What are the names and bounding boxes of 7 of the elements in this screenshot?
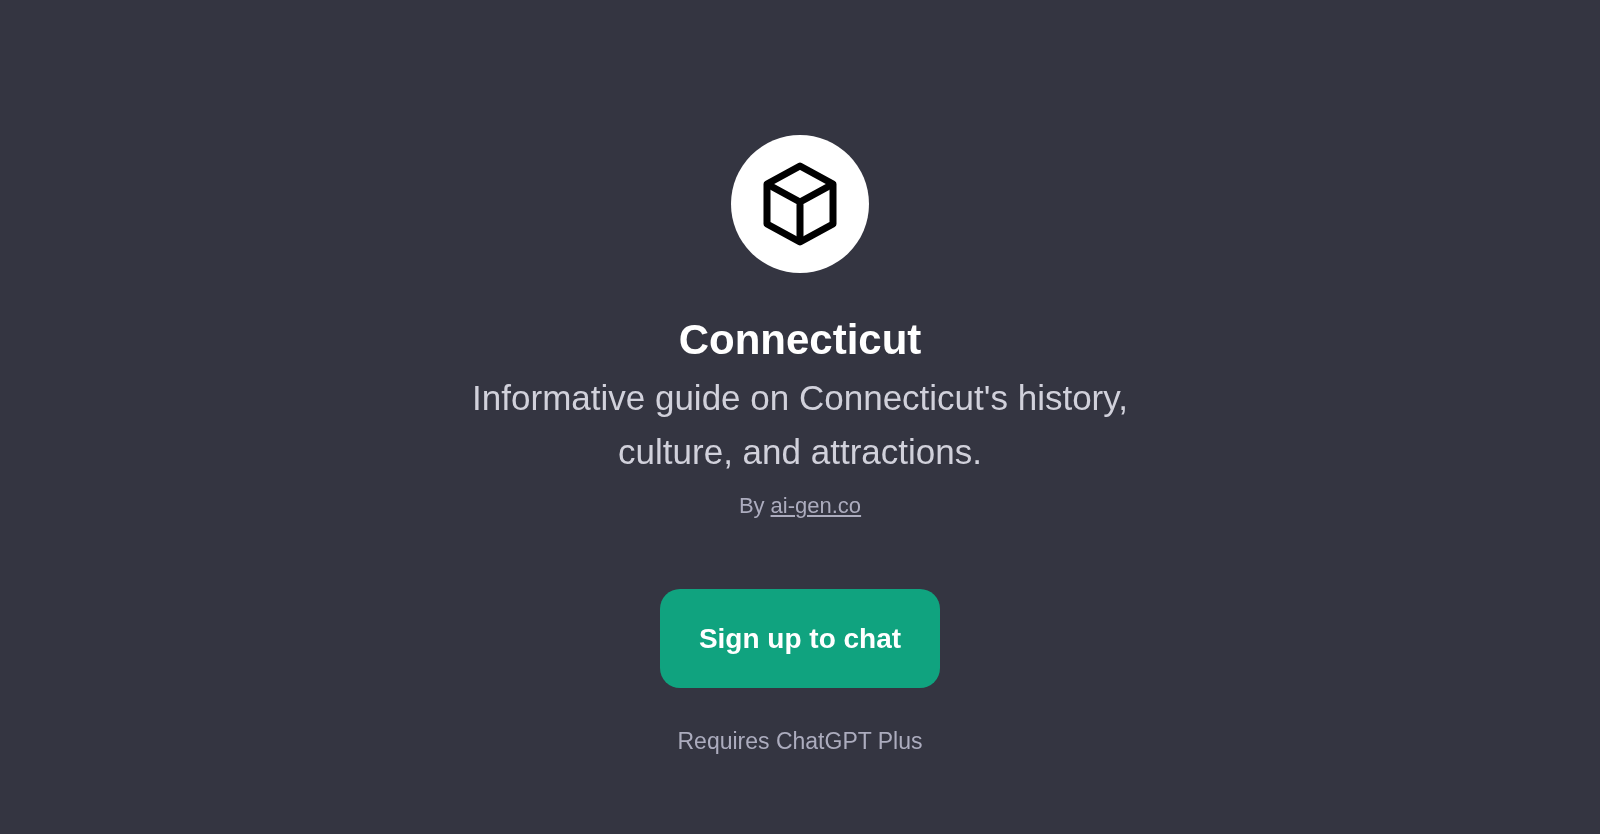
byline-prefix: By: [738, 492, 765, 520]
gpt-title: Connecticut: [678, 315, 922, 365]
gpt-description: Informative guide on Connecticut's history, culture, and attractions.: [471, 377, 1129, 473]
signup-button[interactable]: Sign up to chat: [660, 589, 940, 688]
cube-icon: [761, 161, 839, 247]
requirement-note: Requires ChatGPT Plus: [677, 727, 923, 756]
author-link[interactable]: ai-gen.co: [770, 491, 862, 521]
